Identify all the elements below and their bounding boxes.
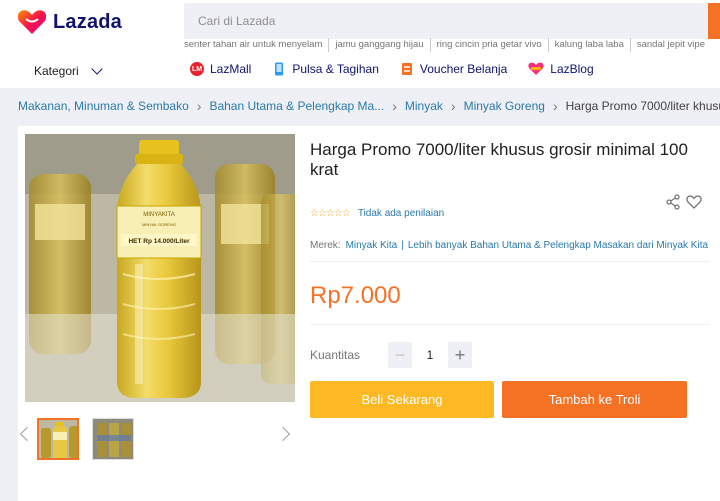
thumbnail-prev-button[interactable] <box>19 425 35 443</box>
lazblog-icon <box>528 62 544 76</box>
chevron-right-icon <box>275 426 291 442</box>
thumbnail-strip <box>18 412 308 462</box>
chevron-right-icon: › <box>450 98 456 114</box>
search-bar <box>184 3 720 39</box>
brand-more-link[interactable]: Lebih banyak Bahan Utama & Pelengkap Mas… <box>408 240 708 251</box>
suggestion-link[interactable]: kalung laba laba <box>547 38 630 52</box>
product-card: MINYAKITA MINYAK GORENG HET Rp 14.000/Li… <box>18 126 720 501</box>
product-price: Rp7.000 <box>310 282 401 309</box>
star-rating-icon: ☆☆☆☆☆ <box>310 208 351 219</box>
kategori-label: Kategori <box>34 64 79 78</box>
chevron-right-icon: › <box>196 98 202 114</box>
suggestion-link[interactable]: ring cincin pria getar vivo <box>429 38 548 52</box>
quantity-increase-button[interactable]: + <box>448 342 472 368</box>
quantity-input[interactable]: 1 <box>412 342 448 368</box>
suggestion-link[interactable]: senter tahan air untuk menyelam <box>184 38 328 52</box>
suggestion-link[interactable]: sandal jepit vipe <box>629 38 711 52</box>
svg-text:MINYAKITA: MINYAKITA <box>143 212 174 218</box>
search-suggestions: senter tahan air untuk menyelam jamu gan… <box>184 38 720 52</box>
search-button[interactable] <box>708 3 720 39</box>
add-to-cart-button[interactable]: Tambah ke Troli <box>502 381 687 418</box>
nav-label: LazMall <box>210 62 252 76</box>
breadcrumb-link[interactable]: Minyak Goreng <box>464 99 545 113</box>
rating-row: ☆☆☆☆☆ Tidak ada penilaian <box>310 208 444 219</box>
thumbnail-2[interactable] <box>92 418 134 460</box>
wishlist-heart-icon[interactable] <box>686 194 702 210</box>
nav-label: LazBlog <box>550 62 594 76</box>
breadcrumb-link[interactable]: Minyak <box>405 99 443 113</box>
chevron-down-icon <box>91 62 103 75</box>
voucher-icon <box>400 62 414 76</box>
nav-lazblog[interactable]: LazBlog <box>528 62 594 76</box>
divider <box>310 261 710 262</box>
svg-text:HET Rp 14.000/Liter: HET Rp 14.000/Liter <box>128 238 190 245</box>
nav-label: Pulsa & Tagihan <box>292 62 379 76</box>
site-header: Lazada senter tahan air untuk menyelam j… <box>0 0 720 88</box>
brand-link[interactable]: Minyak Kita <box>346 240 398 251</box>
lazmall-icon: LM <box>190 62 204 76</box>
chevron-right-icon: › <box>552 98 558 114</box>
share-icon[interactable] <box>665 194 681 210</box>
breadcrumb-link[interactable]: Makanan, Minuman & Sembako <box>18 99 189 113</box>
brand-divider: | <box>401 240 404 251</box>
brand-label: Merek: <box>310 240 341 251</box>
thumbnail-1[interactable] <box>37 418 79 460</box>
rating-link[interactable]: Tidak ada penilaian <box>358 208 444 219</box>
brand-row: Merek: Minyak Kita | Lebih banyak Bahan … <box>310 240 708 251</box>
nav-voucher[interactable]: Voucher Belanja <box>400 62 507 76</box>
top-nav: LM LazMall Pulsa & Tagihan Voucher Belan… <box>190 62 615 76</box>
quantity-label: Kuantitas <box>310 348 361 362</box>
logo-text: Lazada <box>53 10 123 33</box>
svg-text:MINYAK GORENG: MINYAK GORENG <box>142 222 176 227</box>
nav-lazmall[interactable]: LM LazMall <box>190 62 251 76</box>
lazada-heart-icon <box>17 9 47 35</box>
breadcrumb-current: Harga Promo 7000/liter khusus grosir min… <box>565 99 720 113</box>
breadcrumb-link[interactable]: Bahan Utama & Pelengkap Ma... <box>209 99 384 113</box>
suggestion-link[interactable]: jamu ganggang hijau <box>328 38 429 52</box>
nav-label: Voucher Belanja <box>419 62 508 76</box>
buy-now-button[interactable]: Beli Sekarang <box>310 381 494 418</box>
quantity-decrease-button[interactable]: − <box>388 342 412 368</box>
lazada-logo[interactable]: Lazada <box>17 8 123 36</box>
phone-icon <box>272 62 286 76</box>
nav-pulsa-tagihan[interactable]: Pulsa & Tagihan <box>272 62 379 76</box>
chevron-right-icon: › <box>392 98 397 114</box>
product-image[interactable]: MINYAKITA MINYAK GORENG HET Rp 14.000/Li… <box>25 134 295 402</box>
kategori-dropdown[interactable]: Kategori <box>34 62 103 78</box>
breadcrumb: Makanan, Minuman & Sembako › Bahan Utama… <box>18 98 720 114</box>
thumbnail-next-button[interactable] <box>275 425 291 443</box>
divider <box>310 324 710 325</box>
product-title: Harga Promo 7000/liter khusus grosir min… <box>310 140 688 179</box>
chevron-left-icon <box>19 426 35 442</box>
search-input[interactable] <box>184 3 704 39</box>
